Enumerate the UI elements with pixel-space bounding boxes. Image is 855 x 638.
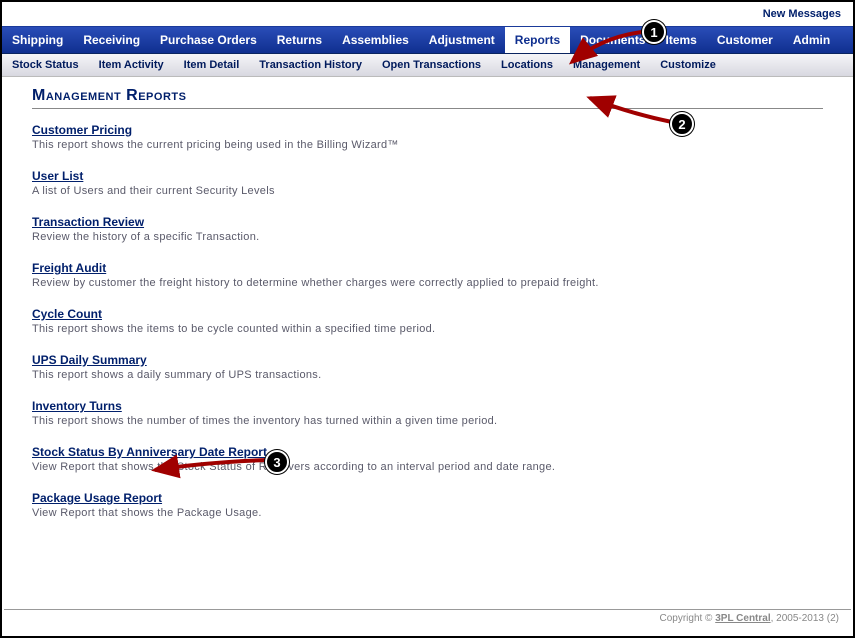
report-transaction-review: Transaction Review Review the history of… [32,215,823,243]
report-link-stock-status-anniversary[interactable]: Stock Status By Anniversary Date Report [32,445,267,459]
report-link-cycle-count[interactable]: Cycle Count [32,307,102,321]
title-divider [32,108,823,109]
subnav-open-transactions[interactable]: Open Transactions [372,54,491,76]
report-desc: Review the history of a specific Transac… [32,231,823,243]
annotation-badge-1: 1 [642,20,666,44]
nav-shipping[interactable]: Shipping [2,27,73,53]
nav-adjustment[interactable]: Adjustment [419,27,505,53]
report-link-user-list[interactable]: User List [32,169,83,183]
report-desc: This report shows the current pricing be… [32,139,823,151]
subnav-item-activity[interactable]: Item Activity [89,54,174,76]
report-user-list: User List A list of Users and their curr… [32,169,823,197]
footer-link[interactable]: 3PL Central [715,613,770,624]
annotation-badge-2: 2 [670,112,694,136]
page-title: Management Reports [32,87,823,105]
content-area: Management Reports Customer Pricing This… [2,77,853,547]
subnav-transaction-history[interactable]: Transaction History [249,54,372,76]
nav-receiving[interactable]: Receiving [73,27,150,53]
report-customer-pricing: Customer Pricing This report shows the c… [32,123,823,151]
subnav-item-detail[interactable]: Item Detail [174,54,250,76]
footer: Copyright © 3PL Central, 2005-2013 (2) [4,609,851,624]
report-link-customer-pricing[interactable]: Customer Pricing [32,123,132,137]
nav-customer[interactable]: Customer [707,27,783,53]
top-bar: New Messages [2,2,853,26]
report-desc: This report shows the number of times th… [32,415,823,427]
footer-suffix: , 2005-2013 (2) [771,613,839,624]
report-package-usage: Package Usage Report View Report that sh… [32,491,823,519]
report-desc: View Report that shows the Package Usage… [32,507,823,519]
report-link-transaction-review[interactable]: Transaction Review [32,215,144,229]
report-link-ups-daily-summary[interactable]: UPS Daily Summary [32,353,147,367]
subnav-management[interactable]: Management [563,54,650,76]
report-cycle-count: Cycle Count This report shows the items … [32,307,823,335]
main-nav: Shipping Receiving Purchase Orders Retur… [2,26,853,54]
new-messages-link[interactable]: New Messages [763,8,841,20]
nav-returns[interactable]: Returns [267,27,332,53]
nav-assemblies[interactable]: Assemblies [332,27,419,53]
report-desc: Review by customer the freight history t… [32,277,823,289]
sub-nav: Stock Status Item Activity Item Detail T… [2,54,853,77]
nav-reports[interactable]: Reports [505,27,570,53]
report-link-inventory-turns[interactable]: Inventory Turns [32,399,122,413]
nav-purchase-orders[interactable]: Purchase Orders [150,27,267,53]
subnav-stock-status[interactable]: Stock Status [2,54,89,76]
footer-prefix: Copyright © [659,613,715,624]
report-link-freight-audit[interactable]: Freight Audit [32,261,106,275]
subnav-locations[interactable]: Locations [491,54,563,76]
annotation-badge-3: 3 [265,450,289,474]
report-desc: This report shows the items to be cycle … [32,323,823,335]
nav-admin[interactable]: Admin [783,27,840,53]
report-inventory-turns: Inventory Turns This report shows the nu… [32,399,823,427]
report-desc: This report shows a daily summary of UPS… [32,369,823,381]
report-stock-status-anniversary: Stock Status By Anniversary Date Report … [32,445,823,473]
report-freight-audit: Freight Audit Review by customer the fre… [32,261,823,289]
report-desc: A list of Users and their current Securi… [32,185,823,197]
report-link-package-usage[interactable]: Package Usage Report [32,491,162,505]
report-desc: View Report that shows the Stock Status … [32,461,823,473]
subnav-customize[interactable]: Customize [650,54,726,76]
report-ups-daily-summary: UPS Daily Summary This report shows a da… [32,353,823,381]
